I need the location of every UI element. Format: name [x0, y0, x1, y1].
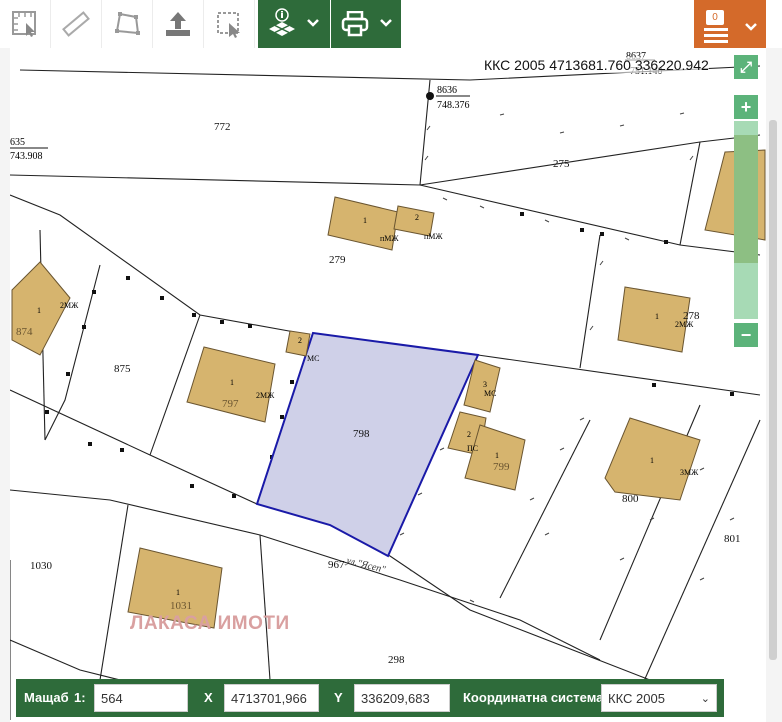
x-coordinate-field[interactable]: 4713701,966	[224, 684, 319, 712]
chevron-down-icon	[379, 15, 393, 33]
parcel-label: 801	[724, 533, 741, 545]
menu-icon	[704, 28, 728, 43]
crs-select[interactable]: ККС 2005 ⌄	[601, 684, 717, 712]
fullscreen-button[interactable]: ⤢	[734, 55, 758, 79]
y-label: Y	[334, 690, 343, 705]
scrollbar-thumb[interactable]	[769, 120, 777, 660]
parcel-label: 1031	[170, 600, 192, 612]
ruler-icon[interactable]	[51, 0, 102, 48]
building-label: 1	[363, 216, 367, 225]
building-label: 2	[415, 213, 419, 222]
building-label: 2МЖ	[256, 391, 275, 400]
building-label: 2	[467, 430, 471, 439]
zoom-slider-handle[interactable]	[734, 135, 758, 263]
scale-label: Мащаб	[24, 690, 69, 705]
print-button[interactable]	[331, 0, 401, 48]
parcel-label: 874	[16, 326, 33, 338]
building-label: 3МЖ	[680, 468, 699, 477]
parcel-label: 797	[222, 398, 239, 410]
building-label: ПС	[467, 444, 479, 453]
chevron-down-icon	[306, 15, 320, 33]
parcel-label: 298	[388, 654, 405, 666]
chevron-down-icon: ⌄	[700, 693, 710, 705]
parcel-label: 800	[622, 493, 639, 505]
minus-icon: −	[740, 324, 752, 345]
notification-badge: 0	[706, 10, 724, 25]
geodetic-point-icon	[426, 92, 434, 100]
measure-area-icon[interactable]	[0, 0, 51, 48]
point-elevation: 748.376	[437, 100, 470, 111]
layers-info-button[interactable]	[258, 0, 330, 48]
expand-icon: ⤢	[739, 58, 752, 76]
scale-input[interactable]: 564	[94, 684, 188, 712]
building-label: 1	[37, 306, 41, 315]
point-elevation: 743.908	[10, 151, 43, 162]
parcel-label: 279	[329, 254, 346, 266]
watermark: ЛАКАСА ИМОТИ	[130, 613, 290, 634]
menu-button[interactable]: 0	[694, 0, 766, 48]
zoom-slider[interactable]	[734, 121, 758, 319]
building-label: МС	[307, 354, 320, 363]
parcel-label: 967	[328, 559, 345, 571]
parcel-label: 772	[214, 121, 231, 133]
parcel-label: 275	[553, 158, 570, 170]
parcel-label: 799	[493, 461, 510, 473]
building-label: 3	[483, 380, 487, 389]
cadastral-map[interactable]: 772 275 279 875 874 797 798 799 800 801 …	[10, 48, 766, 722]
point-id: 635	[10, 137, 25, 148]
polygon-icon[interactable]	[102, 0, 153, 48]
zoom-out-button[interactable]: −	[734, 323, 758, 347]
y-coordinate-field[interactable]: 336209,683	[354, 684, 450, 712]
upload-icon[interactable]	[153, 0, 204, 48]
parcel-798-highlight	[255, 331, 480, 558]
building-label: 1	[650, 456, 654, 465]
x-label: X	[204, 690, 213, 705]
layers-info-icon	[258, 8, 306, 40]
parcel-label: 875	[114, 363, 131, 375]
building-label: 2	[298, 336, 302, 345]
coordinates-readout: ККС 2005 4713681.760 336220.942	[484, 57, 709, 73]
map-canvas	[10, 59, 766, 720]
building-label: 1	[176, 588, 180, 597]
status-bar: Мащаб 1: 564 X 4713701,966 Y 336209,683 …	[16, 679, 724, 717]
building-label: 1	[230, 378, 234, 387]
crs-label: Координатна система	[463, 690, 604, 705]
scale-prefix: 1:	[74, 690, 86, 705]
print-icon	[331, 11, 379, 37]
parcel-label: 1030	[30, 560, 52, 572]
building-label: пМЖ	[380, 234, 399, 243]
building-label: 1	[655, 312, 659, 321]
plus-icon: +	[740, 96, 752, 117]
point-id: 8636	[437, 85, 457, 96]
parcel-label-highlighted: 798	[353, 428, 370, 440]
building-label: МС	[484, 389, 497, 398]
zoom-in-button[interactable]: +	[734, 95, 758, 119]
chevron-down-icon	[744, 19, 758, 37]
select-icon[interactable]	[204, 0, 255, 48]
building-label: пМЖ	[424, 232, 443, 241]
toolbar: 0	[0, 0, 782, 49]
building-label: 1	[495, 451, 499, 460]
building-label: 2МЖ	[60, 301, 79, 310]
crs-selected-value: ККС 2005	[608, 691, 665, 706]
building-label: 2МЖ	[675, 320, 694, 329]
